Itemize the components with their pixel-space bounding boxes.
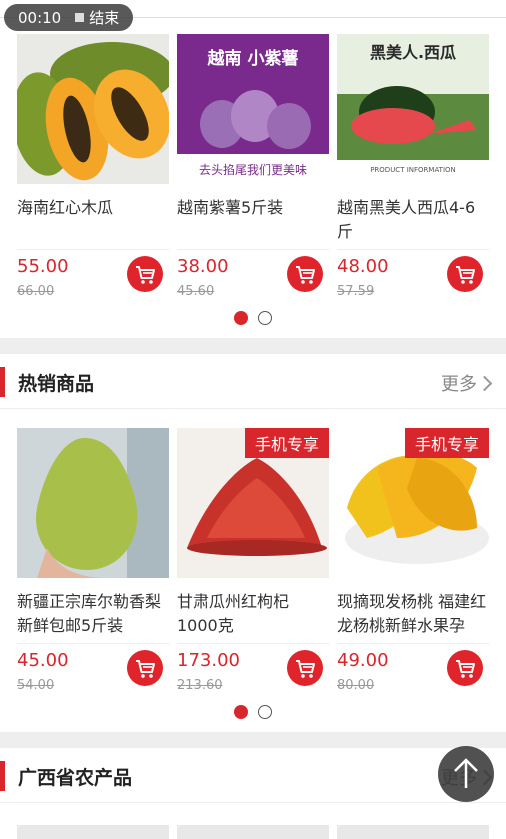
product-original-price: 57.59	[337, 284, 375, 299]
image-title: 越南 小紫薯	[207, 48, 299, 69]
image-slogan: 去头掐尾我们更美味	[199, 162, 307, 177]
cart-icon	[296, 660, 315, 678]
screen-recorder-pill[interactable]: 00:10 结束	[4, 4, 134, 31]
carousel-pagination	[0, 704, 506, 720]
product-price: 49.00	[337, 650, 389, 671]
cart-icon	[136, 660, 155, 678]
add-to-cart-button[interactable]	[447, 256, 483, 292]
product-original-price: 213.60	[177, 678, 223, 693]
pagination-dot-active[interactable]	[234, 705, 248, 719]
product-image-peek[interactable]	[337, 825, 489, 839]
pagination-dot[interactable]	[258, 705, 272, 719]
add-to-cart-button[interactable]	[127, 256, 163, 292]
divider	[337, 643, 489, 644]
mobile-exclusive-badge: 手机专享	[244, 428, 329, 458]
product-price: 55.00	[17, 256, 69, 277]
header-accent-bar	[0, 367, 5, 397]
product-price: 48.00	[337, 256, 389, 277]
product-section-featured: 海南红心木瓜 55.00 66.00 越南 小紫薯 去头掐尾我们更美味 越南紫薯…	[0, 18, 506, 338]
cart-icon	[136, 266, 155, 284]
recording-time: 00:10	[18, 8, 62, 27]
product-image-purple-sweet-potato[interactable]: 越南 小紫薯 去头掐尾我们更美味	[177, 34, 329, 184]
section-header: 广西省农产品 更多	[0, 748, 506, 803]
product-card[interactable]: 黑美人.西瓜 PRODUCT INFORMATION 越南黑美人西瓜4-6斤 4…	[337, 34, 489, 320]
cart-icon	[296, 266, 315, 284]
back-to-top-button[interactable]	[438, 746, 494, 802]
product-image-pear[interactable]	[17, 428, 169, 578]
cart-icon	[456, 266, 475, 284]
product-carousel: 海南红心木瓜 55.00 66.00 越南 小紫薯 去头掐尾我们更美味 越南紫薯…	[0, 34, 506, 320]
arrow-up-icon	[454, 758, 478, 788]
product-section-hot-sale: 热销商品 更多 新疆正宗库尔勒香梨新鲜包邮5斤装 45.00 54.00 手机专…	[0, 354, 506, 732]
mobile-exclusive-badge: 手机专享	[404, 428, 489, 458]
pagination-dot[interactable]	[258, 311, 272, 325]
divider	[337, 249, 489, 250]
divider	[177, 643, 329, 644]
product-card[interactable]: 越南 小紫薯 去头掐尾我们更美味 越南紫薯5斤装 38.00 45.60	[177, 34, 329, 320]
product-name[interactable]: 现摘现发杨桃 福建红龙杨桃新鲜水果孕	[337, 590, 489, 638]
stop-recording-button[interactable]: 结束	[89, 7, 119, 28]
image-title: 黑美人.西瓜	[370, 43, 456, 62]
product-image-watermelon[interactable]: 黑美人.西瓜 PRODUCT INFORMATION	[337, 34, 489, 184]
cart-icon	[456, 660, 475, 678]
app-page: 00:10 结束 海南红心木瓜 55.00 66.00 越南 小紫薯 去头掐尾我…	[0, 0, 506, 839]
product-price: 45.00	[17, 650, 69, 671]
divider	[177, 249, 329, 250]
product-carousel: 新疆正宗库尔勒香梨新鲜包邮5斤装 45.00 54.00 手机专享 甘肃瓜州红枸…	[0, 428, 506, 714]
stop-icon	[75, 13, 85, 22]
chevron-right-icon	[476, 375, 493, 391]
add-to-cart-button[interactable]	[287, 256, 323, 292]
image-caption: PRODUCT INFORMATION	[370, 166, 456, 174]
product-name[interactable]: 越南黑美人西瓜4-6斤	[337, 196, 489, 244]
divider	[17, 249, 169, 250]
add-to-cart-button[interactable]	[127, 650, 163, 686]
product-image-goji-berry[interactable]: 手机专享	[177, 428, 329, 578]
product-name[interactable]: 新疆正宗库尔勒香梨新鲜包邮5斤装	[17, 590, 169, 638]
pagination-dot-active[interactable]	[234, 311, 248, 325]
product-image-peek[interactable]	[17, 825, 169, 839]
section-header: 热销商品 更多	[0, 354, 506, 409]
more-label: 更多	[441, 374, 477, 395]
product-original-price: 45.60	[177, 284, 215, 299]
product-card[interactable]: 手机专享 甘肃瓜州红枸杞1000克 173.00 213.60	[177, 428, 329, 714]
divider	[17, 643, 169, 644]
product-original-price: 80.00	[337, 678, 375, 693]
product-name[interactable]: 海南红心木瓜	[17, 196, 169, 244]
product-name[interactable]: 甘肃瓜州红枸杞1000克	[177, 590, 329, 638]
product-image-papaya[interactable]	[17, 34, 169, 184]
product-name[interactable]: 越南紫薯5斤装	[177, 196, 329, 244]
product-image-starfruit[interactable]: 手机专享	[337, 428, 489, 578]
product-card[interactable]: 新疆正宗库尔勒香梨新鲜包邮5斤装 45.00 54.00	[17, 428, 169, 714]
product-price: 38.00	[177, 256, 229, 277]
product-original-price: 66.00	[17, 284, 55, 299]
add-to-cart-button[interactable]	[287, 650, 323, 686]
section-title: 热销商品	[18, 373, 95, 395]
section-title: 广西省农产品	[18, 767, 133, 789]
product-card[interactable]: 海南红心木瓜 55.00 66.00	[17, 34, 169, 320]
product-card[interactable]: 手机专享 现摘现发杨桃 福建红龙杨桃新鲜水果孕 49.00 80.00	[337, 428, 489, 714]
product-original-price: 54.00	[17, 678, 55, 693]
product-price: 173.00	[177, 650, 240, 671]
product-image-peek[interactable]	[177, 825, 329, 839]
carousel-pagination	[0, 310, 506, 326]
more-link[interactable]: 更多	[441, 370, 493, 396]
add-to-cart-button[interactable]	[447, 650, 483, 686]
header-accent-bar	[0, 761, 5, 791]
